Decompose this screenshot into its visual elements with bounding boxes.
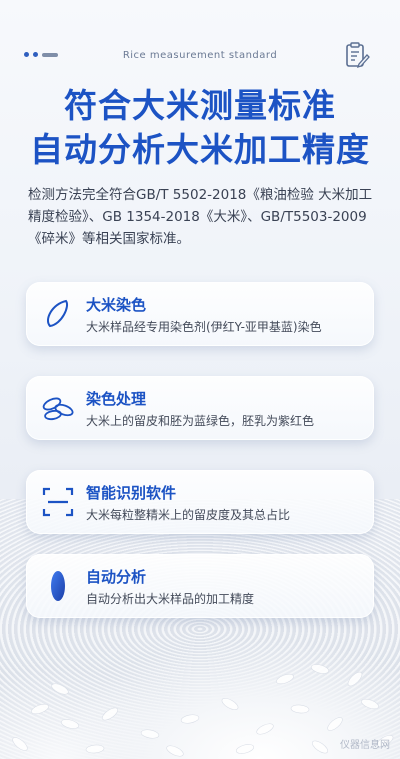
document-edit-icon	[346, 42, 370, 69]
standards-description: 检测方法完全符合GB/T 5502-2018《粮油检验 大米加工精度检验》、GB…	[28, 187, 373, 247]
blue-grain-icon	[51, 571, 65, 601]
headline-line-1: 符合大米测量标准	[64, 86, 336, 125]
feature-card-rice-staining: 大米染色 大米样品经专用染色剂(伊红Y-亚甲基蓝)染色	[26, 282, 374, 346]
feature-title: 自动分析	[86, 568, 147, 586]
rice-grain-icon	[47, 299, 68, 328]
headline-line-2: 自动分析大米加工精度	[30, 130, 370, 169]
rice-pile-image	[12, 664, 394, 757]
feature-title: 智能识别软件	[86, 484, 177, 502]
feature-card-auto-analysis: 自动分析 自动分析出大米样品的加工精度	[26, 554, 374, 618]
scan-recognition-icon	[42, 487, 74, 517]
feature-title: 染色处理	[86, 390, 147, 408]
feature-text: 自动分析出大米样品的加工精度	[86, 592, 255, 606]
stained-grains-icon	[42, 397, 74, 421]
feature-text: 大米样品经专用染色剂(伊红Y-亚甲基蓝)染色	[86, 320, 322, 334]
headline: 符合大米测量标准 自动分析大米加工精度	[0, 84, 400, 172]
feature-text: 大米每粒整精米上的留皮度及其总占比	[86, 508, 291, 522]
feature-card-staining-process: 染色处理 大米上的留皮和胚为蓝绿色，胚乳为紫红色	[26, 376, 374, 440]
watermark: 仪器信息网	[340, 740, 390, 751]
feature-text: 大米上的留皮和胚为蓝绿色，胚乳为紫红色	[86, 414, 315, 428]
header-bar: Rice measurement standard	[24, 42, 376, 70]
feature-card-smart-software: 智能识别软件 大米每粒整精米上的留皮度及其总占比	[26, 470, 374, 534]
feature-title: 大米染色	[86, 296, 147, 314]
header-subtitle: Rice measurement standard	[122, 50, 278, 61]
